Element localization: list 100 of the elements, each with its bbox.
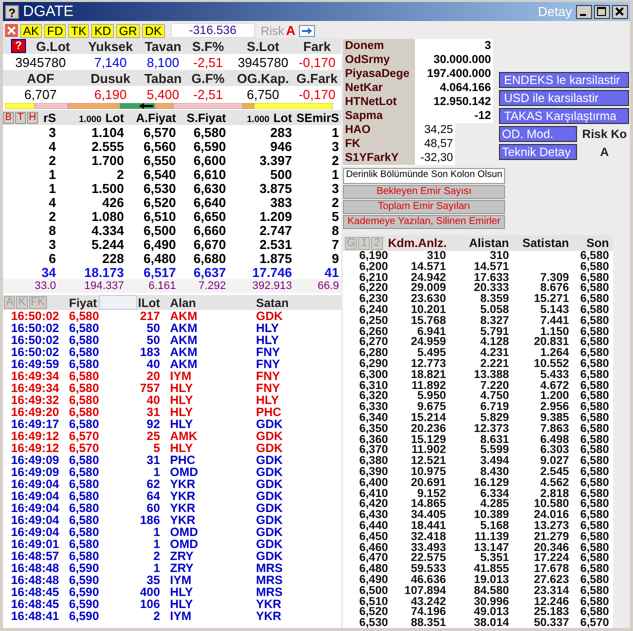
table-cell-text: 7.309: [539, 272, 569, 284]
filter-tag[interactable]: KD: [91, 24, 114, 38]
tab-button[interactable]: H: [27, 112, 38, 124]
table-cell-text: 6,580: [579, 424, 609, 435]
tab-button[interactable]: B: [3, 112, 14, 124]
tab-button[interactable]: T: [15, 112, 26, 124]
table-cell-text: 310: [488, 251, 509, 262]
table-cell-text: 24.942: [410, 272, 446, 284]
table-cell-text: 16:49:04: [10, 478, 60, 490]
option-toggle[interactable]: Derinlik Bölümünde Son Kolon Olsun: [343, 168, 505, 184]
price-field[interactable]: [99, 295, 138, 310]
table-cell-text: PHC: [169, 454, 196, 466]
table-cell-text: 6,550: [142, 153, 177, 168]
table-cell-text: 16:49:04: [10, 502, 60, 514]
minimize-icon[interactable]: [576, 4, 592, 18]
table-cell-text: 6,240: [358, 304, 388, 316]
table-cell-text: 8.327: [479, 316, 509, 327]
table-cell-text: 22.575: [410, 553, 446, 564]
table-cell-text: 6,410: [358, 488, 388, 500]
table-cell-text: 5.495: [417, 348, 446, 359]
table-cell-text: 6,580: [69, 382, 100, 394]
table-cell-text: 6,580: [69, 406, 100, 418]
table-cell-text: 6,580: [69, 538, 100, 550]
table-cell-text: 16:49:04: [10, 526, 60, 538]
option-button[interactable]: Kademeye Yazılan, Silinen Emirler: [343, 215, 505, 229]
table-cell-text: FNY: [256, 346, 281, 358]
table-cell-text: 27.623: [532, 574, 569, 586]
table-cell-text: 16:49:04: [10, 490, 60, 502]
column-header: Alistan: [468, 235, 509, 251]
table-cell-text: 14.571: [410, 262, 446, 273]
column-header: 1.000 Lot: [78, 110, 125, 124]
column-header: rS: [43, 110, 57, 124]
table-cell-text: 6,580: [579, 488, 609, 500]
risk-grade: A: [286, 23, 296, 38]
filter-tag[interactable]: DK: [142, 24, 165, 38]
filter-tag[interactable]: TK: [68, 24, 90, 38]
table-cell-text: IYM: [169, 370, 192, 382]
option-button[interactable]: Bekleyen Emir Sayısı: [343, 185, 505, 199]
table-cell-text: 6,680: [192, 251, 227, 266]
table-cell-text: 17.678: [532, 564, 569, 575]
mode-button[interactable]: OD. Mod.: [499, 126, 577, 142]
table-cell-text: 20.691: [410, 478, 446, 489]
table-cell-text: YKR: [256, 610, 282, 622]
table-cell-text: 6,500: [142, 223, 177, 238]
filter-tag[interactable]: AK: [20, 24, 42, 38]
compare-button[interactable]: USD ile karsilastir: [499, 90, 629, 106]
table-cell-text: AKM: [169, 322, 198, 334]
table-cell-text: 1: [152, 538, 160, 550]
table-cell-text: GDK: [256, 526, 284, 538]
table-cell-text: 6,450: [358, 532, 388, 543]
compare-button[interactable]: TAKAS Karşılaştırma: [499, 108, 629, 124]
table-cell-text: 6,580: [579, 412, 609, 424]
table-cell-text: 1: [330, 167, 340, 182]
table-cell-text: 16:50:02: [10, 322, 60, 334]
table-cell-text: 186: [138, 514, 160, 526]
table-cell-text: 20: [146, 370, 160, 382]
table-cell-text: 20.831: [532, 337, 569, 348]
table-cell-text: 13.147: [472, 542, 509, 554]
column-header: S.F%: [191, 38, 225, 54]
help-button[interactable]: ?: [11, 39, 26, 53]
filter-tag[interactable]: FD: [44, 24, 66, 38]
table-cell-text: 12.246: [532, 596, 569, 608]
table-cell-text: 4.285: [480, 499, 509, 510]
table-cell-text: 6,580: [579, 283, 609, 294]
compare-button[interactable]: ENDEKS le karsilastir: [499, 72, 629, 88]
filter-tag[interactable]: GR: [116, 24, 140, 38]
table-cell-text: 13.273: [532, 520, 569, 532]
value-cell-text: 5,400: [146, 86, 180, 102]
table-cell-text: 6,580: [579, 510, 609, 521]
close-icon[interactable]: [612, 4, 628, 18]
table-cell-text: 6,570: [69, 442, 100, 454]
table-cell-text: 6,490: [358, 574, 388, 586]
table-cell-text: 6,580: [69, 358, 100, 370]
table-cell-text: OMD: [169, 466, 199, 478]
table-cell-text: 6,580: [69, 466, 100, 478]
table-cell-text: 5: [152, 442, 160, 454]
table-cell-text: 6,580: [579, 380, 609, 392]
table-cell-text: 6,580: [579, 574, 609, 586]
table-cell-text: 16:49:12: [10, 442, 60, 454]
table-cell-text: 107.894: [403, 586, 446, 596]
table-cell-text: 6,350: [358, 424, 388, 435]
table-cell-text: 16:48:48: [10, 574, 60, 586]
window-caption: Detay: [538, 4, 572, 19]
table-cell-text: 8.359: [479, 294, 509, 305]
value-cell-text: 7,140: [93, 54, 128, 70]
table-cell-text: 6,580: [579, 348, 609, 359]
mode-button[interactable]: Teknik Detay: [499, 144, 577, 160]
table-cell-text: FNY: [256, 358, 281, 370]
table-cell-text: 7.220: [479, 380, 509, 392]
option-button[interactable]: Toplam Emir Sayıları: [343, 200, 505, 214]
total-cell-text: 17.746: [251, 265, 293, 280]
table-cell-text: 2: [152, 610, 160, 622]
table-cell-text: 20.333: [472, 283, 509, 294]
table-cell-text: OMD: [169, 538, 199, 550]
arrow-right-icon[interactable]: [299, 24, 316, 36]
help-icon: ?: [5, 4, 19, 18]
table-cell-text: 16:48:45: [10, 598, 60, 610]
table-cell-text: 40: [146, 358, 160, 370]
maximize-icon[interactable]: [594, 4, 610, 18]
table-cell-text: 6,580: [579, 272, 609, 284]
